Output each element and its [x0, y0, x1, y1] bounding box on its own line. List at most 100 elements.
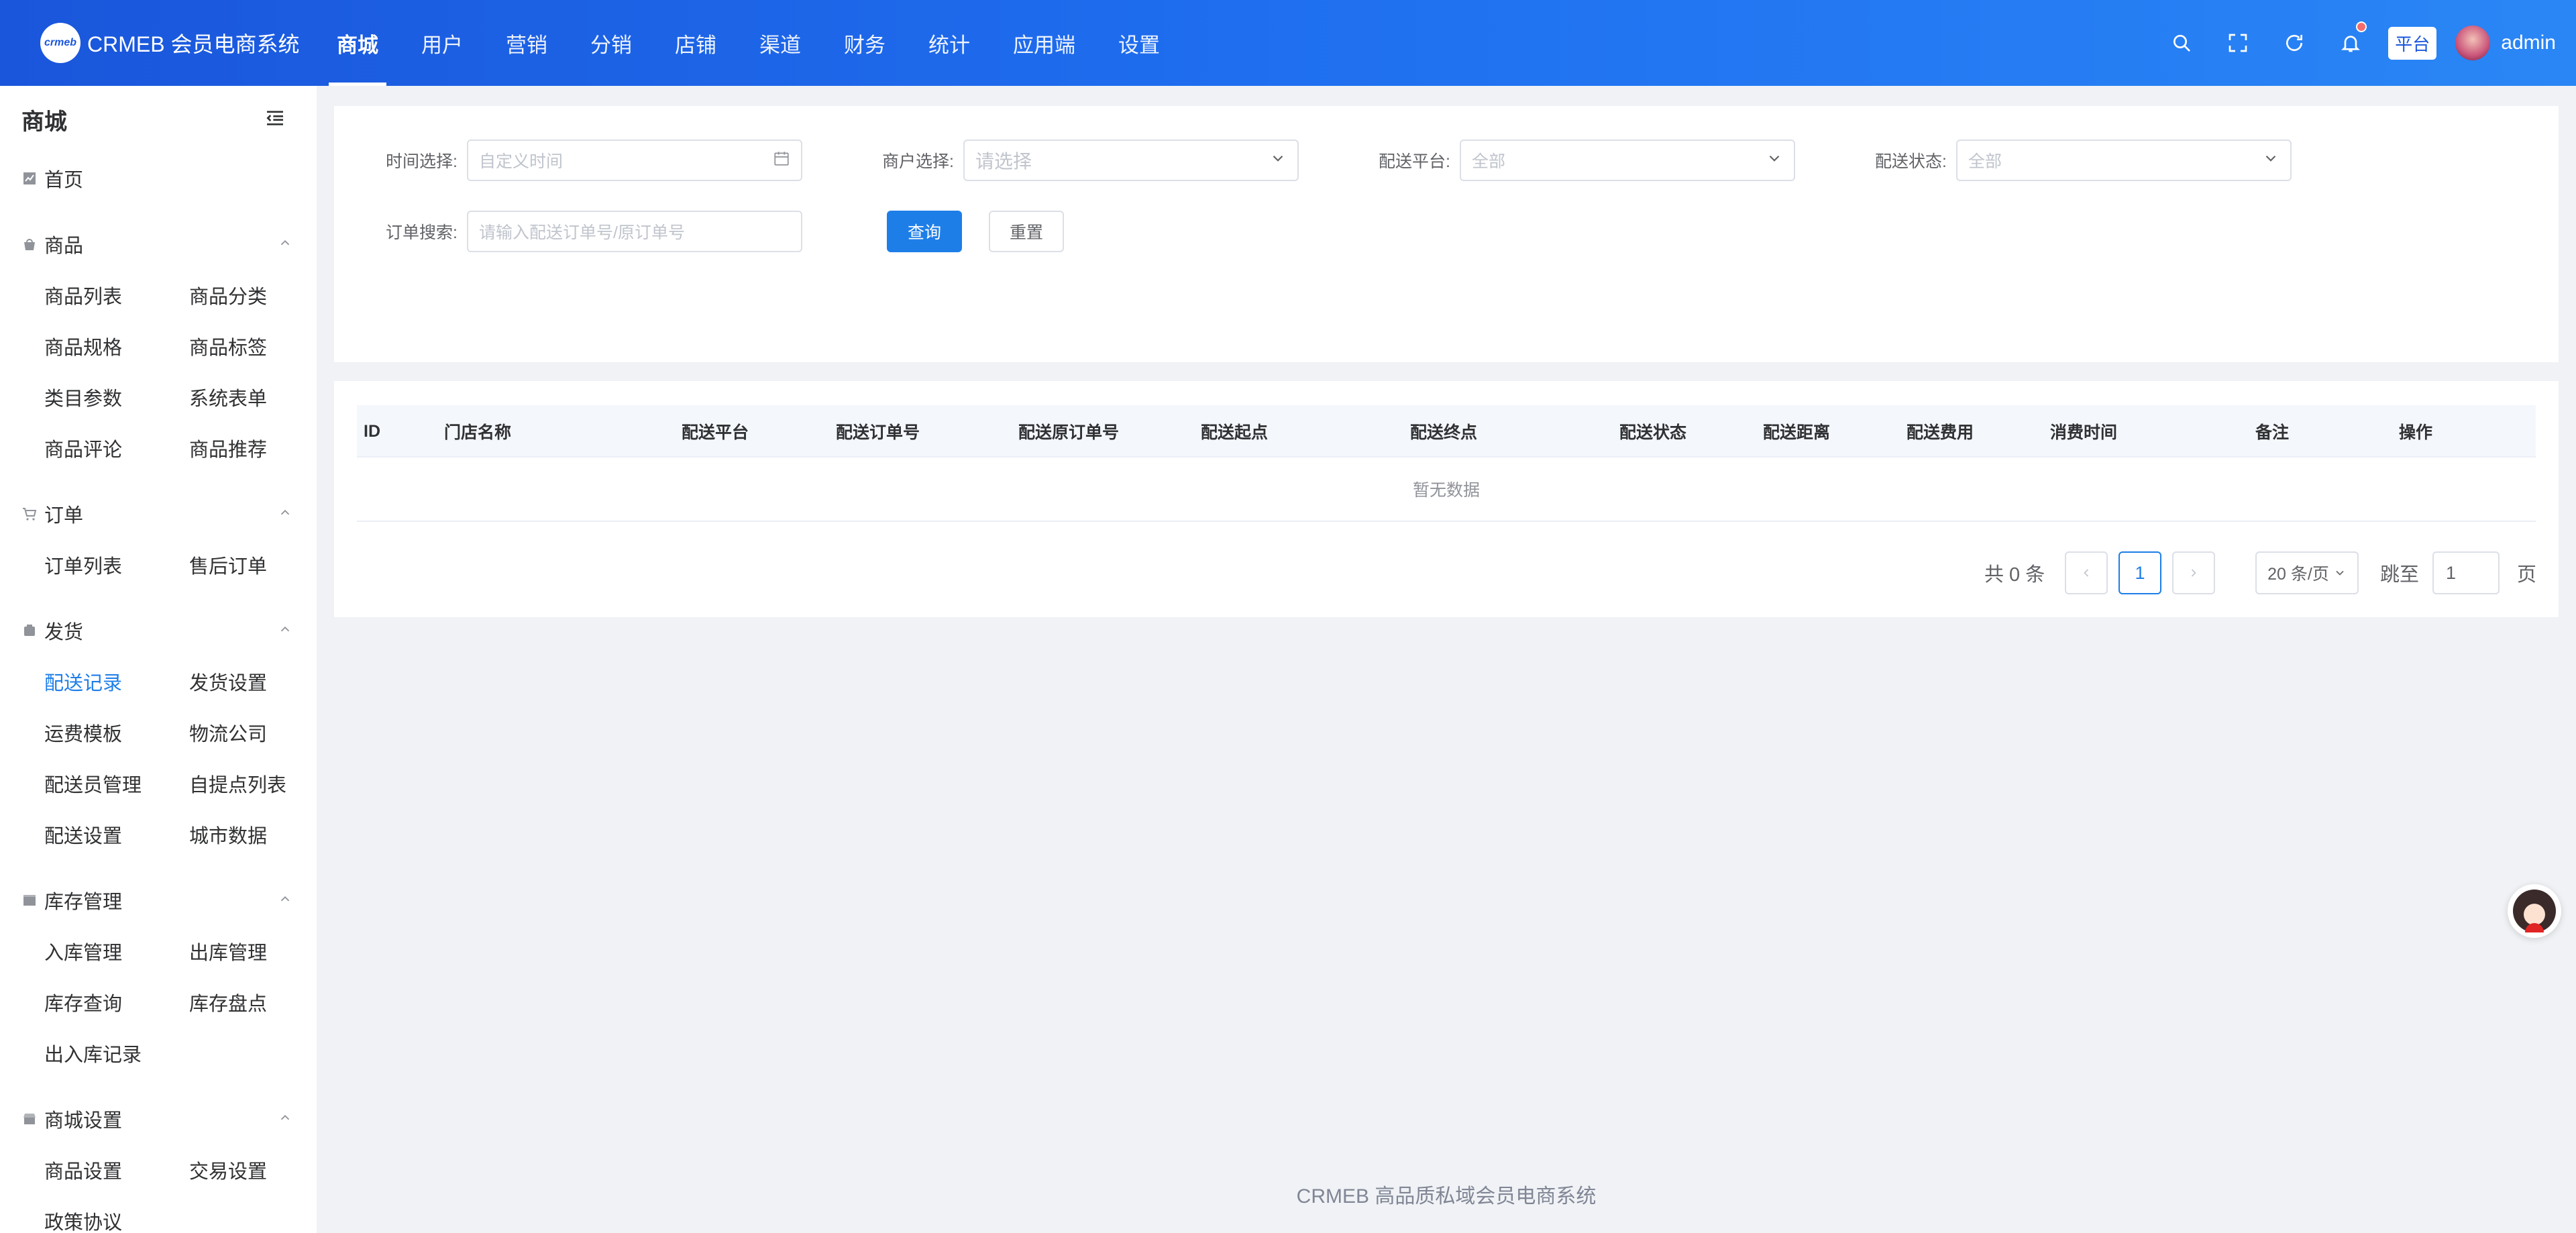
query-button[interactable]: 查询: [887, 211, 962, 252]
platform-select[interactable]: 全部: [1460, 140, 1795, 181]
top-bar: crmeb CRMEB 会员电商系统 商城 用户 营销 分销 店铺 渠道 财务 …: [0, 0, 2576, 86]
sidebar-item-category-params[interactable]: 类目参数: [44, 372, 189, 423]
sidebar-item-goods-settings[interactable]: 商品设置: [44, 1144, 189, 1195]
filter-merchant-label: 商户选择:: [882, 152, 954, 171]
sidebar-group-goods[interactable]: 商品: [0, 219, 317, 270]
sidebar-item-stock-out[interactable]: 出库管理: [189, 926, 317, 977]
sidebar-group-delivery[interactable]: 发货: [0, 605, 317, 656]
order-search-placeholder: 请输入配送订单号/原订单号: [479, 223, 685, 242]
page-number-current[interactable]: 1: [2118, 551, 2161, 594]
topnav-item-finance[interactable]: 财务: [822, 0, 907, 86]
merchant-select-placeholder: 请选择: [975, 151, 1032, 172]
column-header-status: 配送状态: [1619, 423, 1687, 442]
sidebar-item-goods-tag[interactable]: 商品标签: [189, 321, 317, 372]
filter-panel: 时间选择: 自定义时间 商户选择: 请选择 配送平台: 全部 配送状态: 全部: [334, 106, 2559, 362]
topnav-item-apps[interactable]: 应用端: [991, 0, 1097, 86]
sidebar-submenu-store-settings: 商品设置 交易设置 政策协议: [0, 1144, 317, 1233]
jump-page-input[interactable]: 1: [2432, 551, 2500, 594]
topnav-item-mall[interactable]: 商城: [315, 0, 400, 86]
sidebar-item-order-list[interactable]: 订单列表: [44, 539, 189, 590]
sidebar-item-policy[interactable]: 政策协议: [44, 1195, 189, 1233]
platform-select-value: 全部: [1472, 152, 1506, 171]
store-icon: [21, 1111, 38, 1127]
sidebar-group-orders[interactable]: 订单: [0, 488, 317, 539]
sidebar-item-goods-category[interactable]: 商品分类: [189, 270, 317, 321]
home-icon: [21, 170, 38, 186]
table-empty-row: 暂无数据: [357, 458, 2536, 522]
column-header-store-name: 门店名称: [444, 423, 512, 442]
user-avatar[interactable]: [2455, 25, 2491, 60]
page-unit-label: 页: [2517, 564, 2537, 586]
sidebar-item-freight-template[interactable]: 运费模板: [44, 707, 189, 758]
chevron-right-icon: [2191, 569, 2196, 577]
chevron-up-icon: [278, 620, 292, 642]
column-header-start-point: 配送起点: [1201, 423, 1269, 442]
sidebar-item-goods-recommend[interactable]: 商品推荐: [189, 423, 317, 474]
sidebar-group-label: 商品: [44, 235, 84, 257]
sidebar-item-delivery-records[interactable]: 配送记录: [44, 656, 189, 707]
notification-dot: [2356, 21, 2367, 32]
order-search-input[interactable]: 请输入配送订单号/原订单号: [467, 211, 802, 252]
chevron-up-icon: [278, 503, 292, 525]
topnav-item-store[interactable]: 店铺: [653, 0, 738, 86]
refresh-icon[interactable]: [2266, 0, 2322, 86]
sidebar-submenu-delivery: 配送记录 发货设置 运费模板 物流公司 配送员管理 自提点列表 配送设置 城市数…: [0, 656, 317, 860]
customer-service-avatar[interactable]: [2508, 884, 2561, 938]
merchant-select[interactable]: 请选择: [963, 140, 1299, 181]
platform-badge[interactable]: 平台: [2388, 26, 2437, 60]
column-header-end-point: 配送终点: [1410, 423, 1478, 442]
topnav-item-marketing[interactable]: 营销: [484, 0, 569, 86]
sidebar-item-home[interactable]: 首页: [0, 153, 317, 204]
app-logo[interactable]: crmeb CRMEB 会员电商系统: [0, 23, 315, 63]
sidebar-item-city-data[interactable]: 城市数据: [189, 809, 317, 860]
reset-button[interactable]: 重置: [989, 211, 1064, 252]
page-size-select[interactable]: 20 条/页: [2255, 551, 2359, 594]
topnav-item-settings[interactable]: 设置: [1097, 0, 1181, 86]
fullscreen-icon[interactable]: [2210, 0, 2266, 86]
filter-time: 时间选择: 自定义时间: [334, 140, 802, 181]
chevron-down-icon: [1766, 150, 1783, 172]
inventory-icon: [21, 892, 38, 908]
app-title: CRMEB 会员电商系统: [87, 32, 300, 56]
collapse-menu-icon[interactable]: [264, 107, 286, 132]
filter-platform-label: 配送平台:: [1379, 152, 1450, 171]
column-header-distance: 配送距离: [1763, 423, 1831, 442]
sidebar-item-stock-in[interactable]: 入库管理: [44, 926, 189, 977]
bell-icon[interactable]: [2322, 0, 2379, 86]
sidebar-item-goods-review[interactable]: 商品评论: [44, 423, 189, 474]
next-page-button[interactable]: [2172, 551, 2215, 594]
filter-time-label: 时间选择:: [386, 152, 458, 171]
sidebar-item-system-form[interactable]: 系统表单: [189, 372, 317, 423]
prev-page-button[interactable]: [2065, 551, 2108, 594]
time-picker[interactable]: 自定义时间: [467, 140, 802, 181]
sidebar-item-after-sales[interactable]: 售后订单: [189, 539, 317, 590]
sidebar-item-goods-list[interactable]: 商品列表: [44, 270, 189, 321]
topnav-item-distribution[interactable]: 分销: [569, 0, 653, 86]
sidebar-item-goods-spec[interactable]: 商品规格: [44, 321, 189, 372]
sidebar-item-stock-records[interactable]: 出入库记录: [44, 1028, 189, 1079]
records-table-panel: ID 门店名称 配送平台 配送订单号 配送原订单号 配送起点 配送终点 配送状态…: [334, 381, 2559, 617]
sidebar-item-shipping-settings[interactable]: 发货设置: [189, 656, 317, 707]
topnav-item-statistics[interactable]: 统计: [907, 0, 991, 86]
sidebar-group-inventory[interactable]: 库存管理: [0, 875, 317, 926]
main-content: 时间选择: 自定义时间 商户选择: 请选择 配送平台: 全部 配送状态: 全部: [317, 86, 2576, 1233]
username[interactable]: admin: [2501, 32, 2556, 54]
sidebar-item-stock-check[interactable]: 库存盘点: [189, 977, 317, 1028]
sidebar-item-pickup-points[interactable]: 自提点列表: [189, 758, 317, 809]
sidebar-item-trade-settings[interactable]: 交易设置: [189, 1144, 317, 1195]
sidebar-item-courier-management[interactable]: 配送员管理: [44, 758, 189, 809]
pagination-total: 共 0 条: [1984, 564, 2045, 586]
filter-order-search: 订单搜索: 请输入配送订单号/原订单号: [334, 211, 802, 252]
topnav-item-channel[interactable]: 渠道: [738, 0, 822, 86]
sidebar-item-delivery-settings[interactable]: 配送设置: [44, 809, 189, 860]
chevron-up-icon: [278, 233, 292, 256]
search-icon[interactable]: [2153, 0, 2210, 86]
sidebar-item-logistics-company[interactable]: 物流公司: [189, 707, 317, 758]
sidebar-group-store-settings[interactable]: 商城设置: [0, 1093, 317, 1144]
sidebar-item-stock-query[interactable]: 库存查询: [44, 977, 189, 1028]
status-select[interactable]: 全部: [1956, 140, 2292, 181]
top-nav: 商城 用户 营销 分销 店铺 渠道 财务 统计 应用端 设置: [315, 0, 1181, 86]
page-size-value: 20 条/页: [2267, 565, 2329, 584]
sidebar-title: 商城: [21, 109, 67, 135]
topnav-item-user[interactable]: 用户: [400, 0, 484, 86]
